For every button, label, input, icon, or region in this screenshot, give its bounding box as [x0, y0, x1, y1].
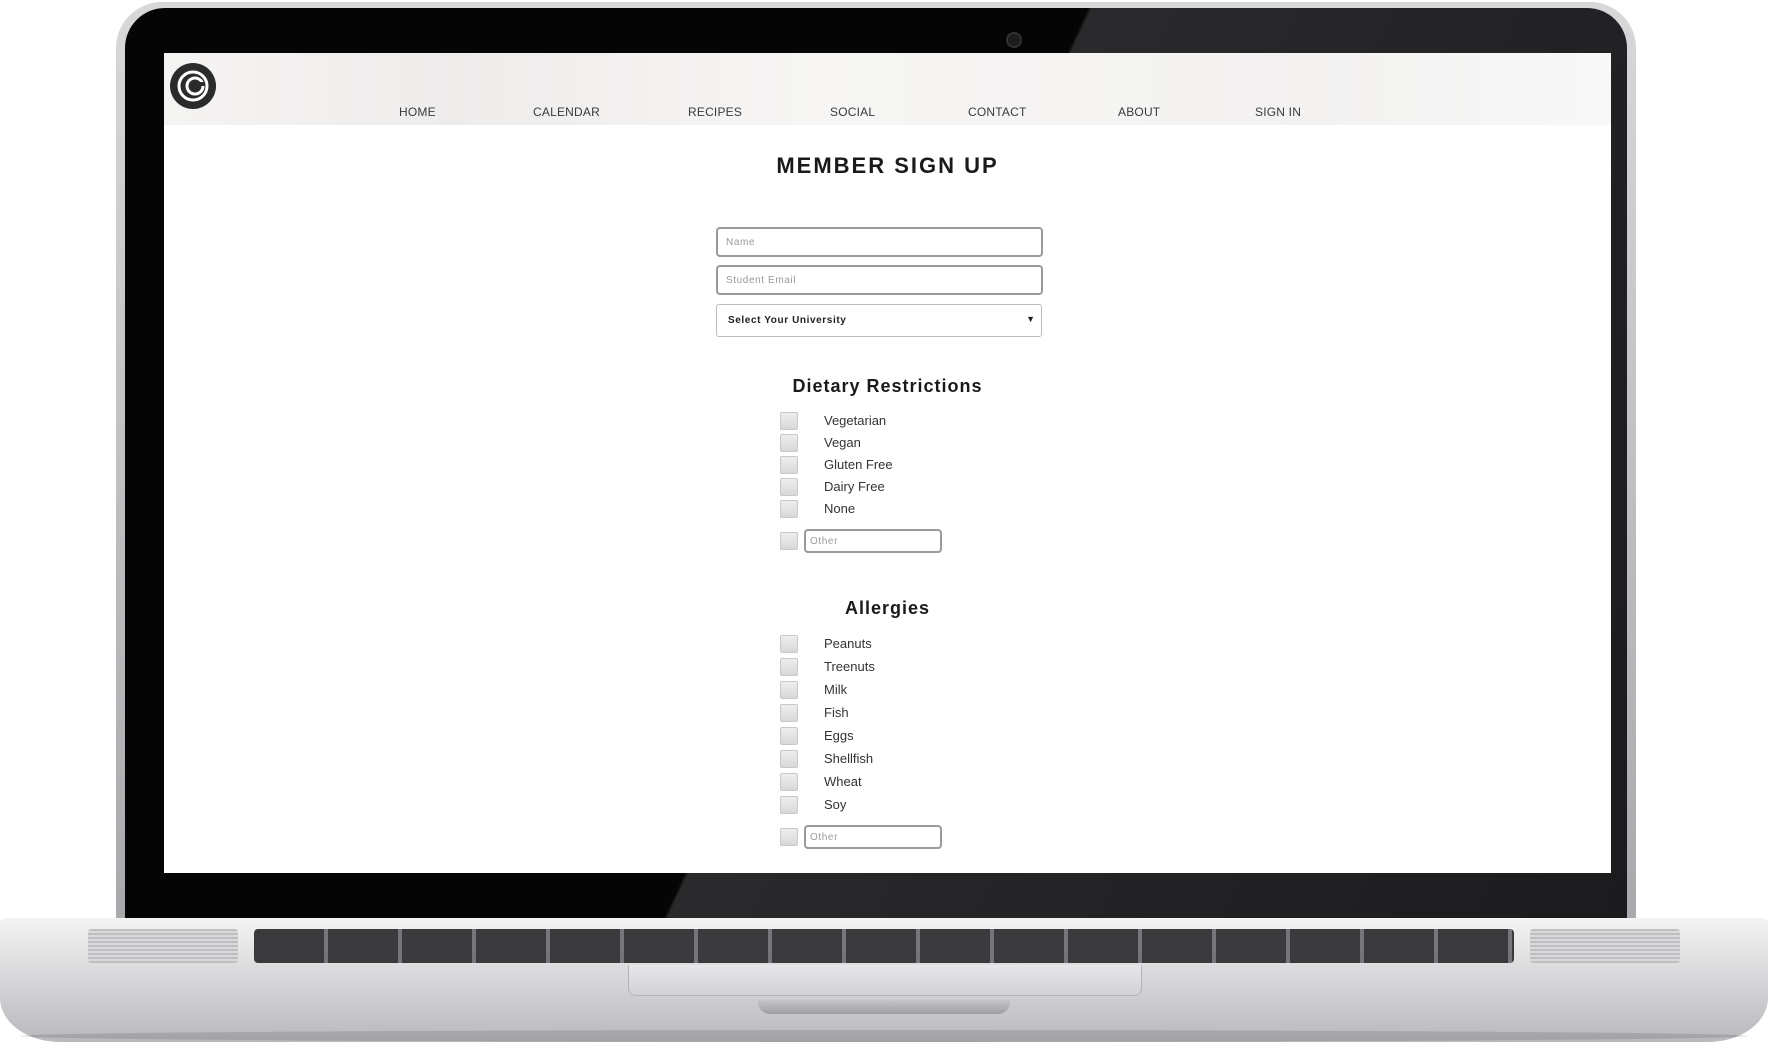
website-screen: HOME CALENDAR RECIPES SOCIAL CONTACT ABO…	[164, 53, 1611, 873]
checkbox[interactable]	[780, 704, 798, 722]
trackpad	[628, 965, 1142, 996]
laptop-mockup: HOME CALENDAR RECIPES SOCIAL CONTACT ABO…	[0, 0, 1768, 1045]
main-nav: HOME CALENDAR RECIPES SOCIAL CONTACT ABO…	[164, 105, 1611, 123]
allergies-heading: Allergies	[844, 598, 931, 618]
keyboard	[254, 929, 1514, 963]
checkbox-label: Vegetarian	[824, 413, 887, 428]
dietary-restrictions-heading: Dietary Restrictions	[792, 376, 983, 396]
dietary-other-checkbox[interactable]	[780, 532, 798, 550]
checkbox-label: Fish	[824, 705, 849, 720]
page-title: MEMBER SIGN UP	[776, 153, 999, 178]
checkbox[interactable]	[780, 681, 798, 699]
checkbox[interactable]	[780, 658, 798, 676]
site-header: HOME CALENDAR RECIPES SOCIAL CONTACT ABO…	[164, 53, 1611, 125]
checkbox-label: None	[824, 501, 856, 516]
nav-home[interactable]: HOME	[399, 105, 436, 119]
dietary-other-input[interactable]	[804, 529, 942, 553]
nav-about[interactable]: ABOUT	[1118, 105, 1160, 119]
checkbox[interactable]	[780, 750, 798, 768]
checkbox-label: Gluten Free	[824, 457, 893, 472]
checkbox[interactable]	[780, 500, 798, 518]
checkbox[interactable]	[780, 727, 798, 745]
checkbox[interactable]	[780, 773, 798, 791]
webcam	[1006, 32, 1022, 48]
checkbox[interactable]	[780, 635, 798, 653]
nav-social[interactable]: SOCIAL	[830, 105, 875, 119]
checkbox[interactable]	[780, 434, 798, 452]
allergy-other-checkbox[interactable]	[780, 828, 798, 846]
nav-contact[interactable]: CONTACT	[968, 105, 1027, 119]
checkbox[interactable]	[780, 478, 798, 496]
student-email-field[interactable]	[716, 265, 1043, 295]
speaker-grille-left	[88, 929, 238, 963]
nav-sign-in[interactable]: SIGN IN	[1255, 105, 1301, 119]
name-field[interactable]	[716, 227, 1043, 257]
checkbox[interactable]	[780, 796, 798, 814]
nav-calendar[interactable]: CALENDAR	[533, 105, 600, 119]
checkbox-label: Dairy Free	[824, 479, 885, 494]
allergy-other-input[interactable]	[804, 825, 942, 849]
university-select[interactable]: Select Your University ▼	[716, 304, 1042, 337]
checkbox-label: Shellfish	[824, 751, 874, 766]
nav-recipes[interactable]: RECIPES	[688, 105, 742, 119]
laptop-shadow	[20, 1030, 1748, 1042]
lid-opening-notch	[758, 1000, 1010, 1014]
checkbox-label: Soy	[824, 797, 847, 812]
checkbox-label: Peanuts	[824, 636, 872, 651]
caret-down-icon: ▼	[1026, 314, 1035, 324]
checkbox[interactable]	[780, 412, 798, 430]
checkbox-label: Wheat	[824, 774, 862, 789]
checkbox[interactable]	[780, 456, 798, 474]
checkbox-label: Eggs	[824, 728, 854, 743]
checkbox-label: Milk	[824, 682, 848, 697]
university-select-value: Select Your University	[728, 315, 847, 326]
checkbox-label: Treenuts	[824, 659, 875, 674]
site-logo-icon[interactable]	[170, 63, 216, 109]
speaker-grille-right	[1530, 929, 1680, 963]
checkbox-label: Vegan	[824, 435, 861, 450]
